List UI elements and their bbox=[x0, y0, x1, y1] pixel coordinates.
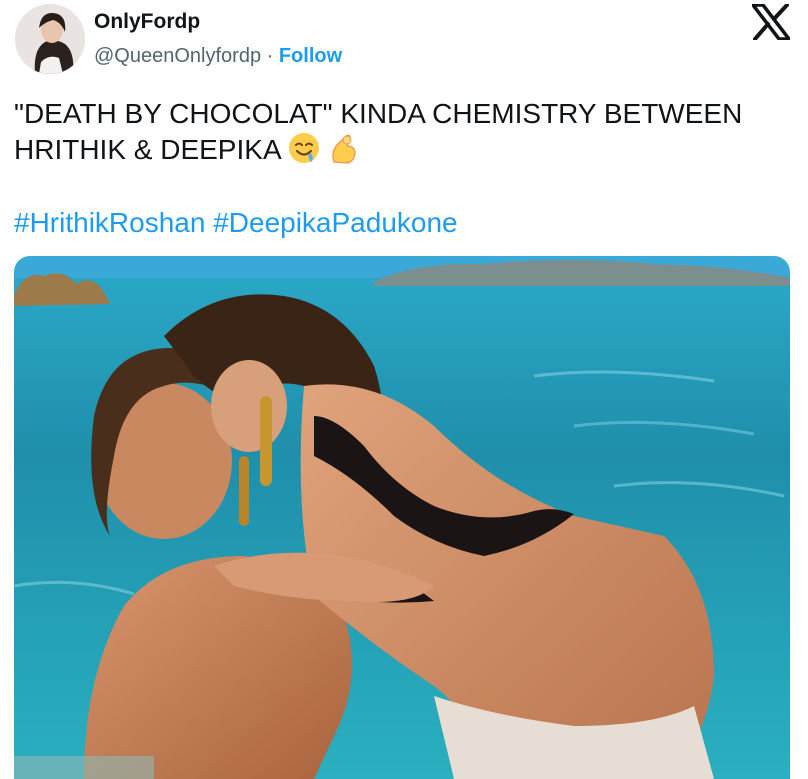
separator: · bbox=[261, 45, 279, 67]
beach-photo-illustration bbox=[14, 256, 790, 779]
tweet-text: "DEATH BY CHOCOLAT" KINDA CHEMISTRY BETW… bbox=[14, 96, 794, 173]
hashtags: #HrithikRoshan #DeepikaPadukone bbox=[14, 205, 458, 241]
media-photo[interactable] bbox=[14, 256, 790, 779]
tweet-text-line-2: HRITHIK & DEEPIKA bbox=[14, 132, 794, 173]
follow-button[interactable]: Follow bbox=[279, 45, 342, 67]
avatar[interactable] bbox=[15, 4, 85, 74]
handle-row: @QueenOnlyfordp · Follow bbox=[94, 45, 342, 68]
drooling-face-emoji bbox=[288, 132, 320, 173]
tweet-text-line-2-content: HRITHIK & DEEPIKA bbox=[14, 134, 281, 165]
hashtag-deepika-padukone[interactable]: #DeepikaPadukone bbox=[213, 207, 457, 238]
hashtag-hrithik-roshan[interactable]: #HrithikRoshan bbox=[14, 207, 205, 238]
x-logo-icon[interactable] bbox=[751, 3, 791, 41]
display-name[interactable]: OnlyFordp bbox=[94, 10, 200, 34]
handle[interactable]: @QueenOnlyfordp bbox=[94, 45, 261, 67]
pinched-fingers-emoji bbox=[328, 132, 358, 173]
tweet-text-line-1: "DEATH BY CHOCOLAT" KINDA CHEMISTRY BETW… bbox=[14, 98, 743, 129]
avatar-image bbox=[15, 4, 85, 74]
